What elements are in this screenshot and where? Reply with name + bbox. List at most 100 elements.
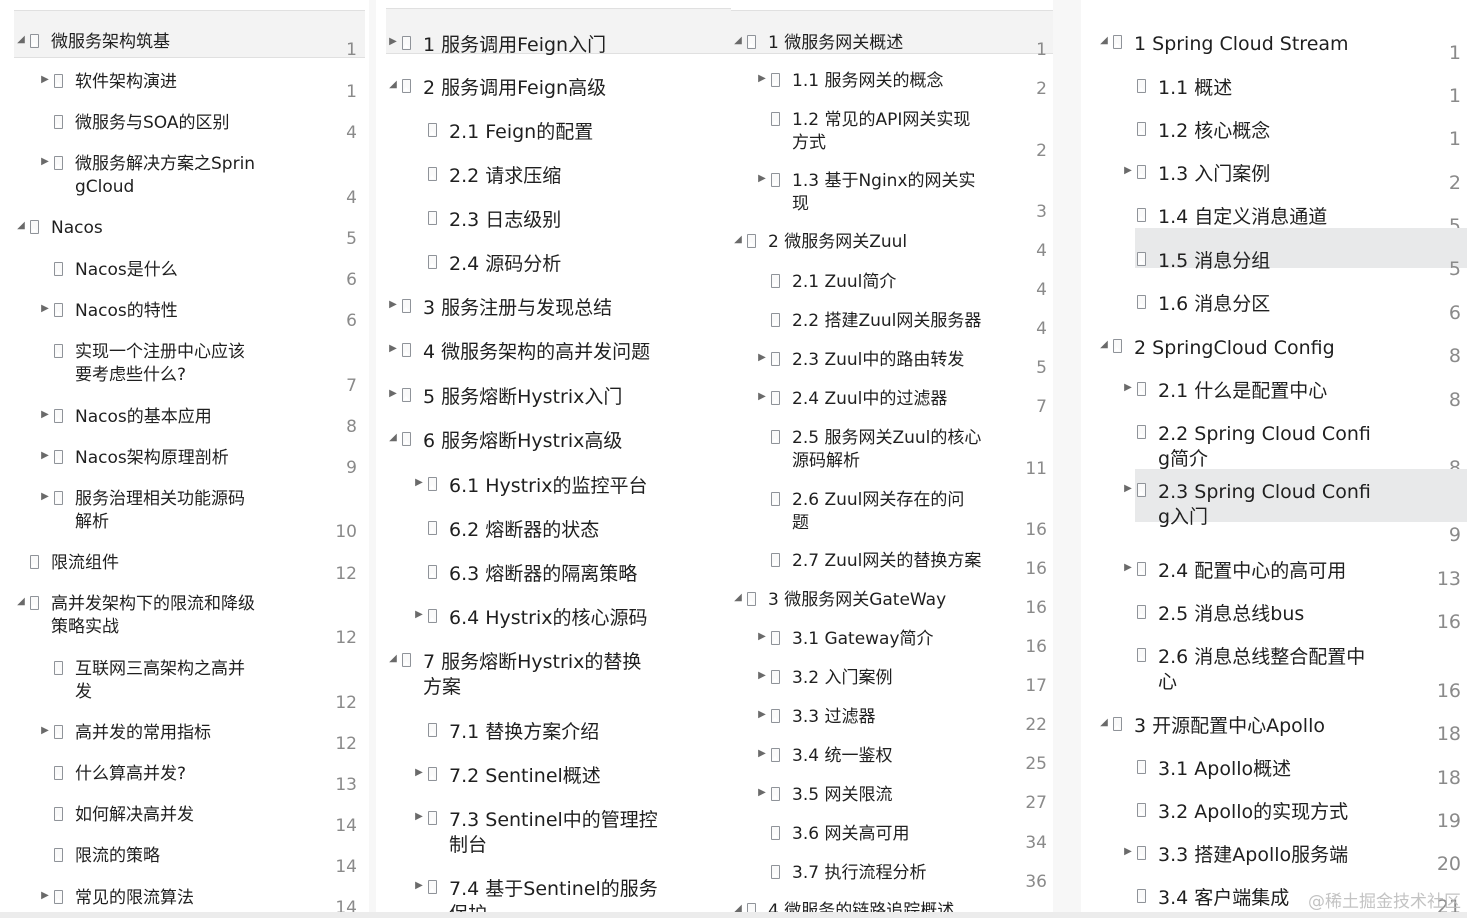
collapsed-arrow-icon[interactable]: ▶ — [412, 606, 426, 624]
expanded-arrow-icon[interactable]: ◢ — [731, 32, 745, 50]
toc-item[interactable]: 2.7 Zuul网关的替换方案 — [755, 550, 981, 573]
toc-item[interactable]: ▶ 服务治理相关功能源码 解析 — [38, 488, 245, 534]
toc-item[interactable]: ▶ 1 服务调用Feign入门 — [386, 8, 731, 56]
toc-item[interactable]: ▶ 6.1 Hystrix的监控平台 — [412, 474, 647, 499]
collapsed-arrow-icon[interactable]: ▶ — [755, 628, 769, 646]
collapsed-arrow-icon[interactable]: ▶ — [386, 385, 400, 403]
collapsed-arrow-icon[interactable]: ▶ — [755, 667, 769, 685]
toc-item[interactable]: ▶ 3.3 搭建Apollo服务端 — [1121, 843, 1348, 868]
expanded-arrow-icon[interactable]: ◢ — [1097, 32, 1111, 50]
toc-item[interactable]: 如何解决高并发 — [38, 804, 194, 827]
toc-item[interactable]: ▶ 3.4 统一鉴权 — [755, 745, 892, 768]
toc-item[interactable]: ◢ 2 SpringCloud Config — [1097, 336, 1335, 361]
toc-item[interactable]: ◢ 2 服务调用Feign高级 — [386, 76, 606, 101]
collapsed-arrow-icon[interactable]: ▶ — [38, 71, 52, 89]
collapsed-arrow-icon[interactable]: ▶ — [38, 488, 52, 506]
toc-item[interactable]: 1.1 概述 — [1121, 76, 1232, 101]
toc-item[interactable]: 2.1 Feign的配置 — [412, 120, 593, 145]
toc-item[interactable]: ▶ 3.2 入门案例 — [755, 667, 892, 690]
toc-item[interactable]: 2.3 日志级别 — [412, 208, 561, 233]
toc-item[interactable]: 1.2 常见的API网关实现 方式 — [755, 109, 970, 155]
toc-item[interactable]: ▶ 6.4 Hystrix的核心源码 — [412, 606, 647, 631]
collapsed-arrow-icon[interactable]: ▶ — [1121, 559, 1135, 577]
toc-item[interactable]: ◢ 2 微服务网关Zuul — [731, 231, 907, 254]
toc-item[interactable]: ▶ 2.3 Zuul中的路由转发 — [755, 349, 964, 372]
expanded-arrow-icon[interactable]: ◢ — [1097, 336, 1111, 354]
collapsed-arrow-icon[interactable]: ▶ — [38, 722, 52, 740]
toc-item[interactable]: ▶ Nacos架构原理剖析 — [38, 447, 229, 470]
collapsed-arrow-icon[interactable]: ▶ — [1121, 843, 1135, 861]
toc-item[interactable]: ▶ 软件架构演进 — [38, 71, 177, 94]
toc-item[interactable]: ▶ 微服务解决方案之Sprin gCloud — [38, 153, 255, 199]
expanded-arrow-icon[interactable]: ◢ — [14, 217, 28, 235]
toc-item[interactable]: ▶ 7.2 Sentinel概述 — [412, 764, 601, 789]
expanded-arrow-icon[interactable]: ◢ — [1097, 714, 1111, 732]
toc-item[interactable]: 3.4 客户端集成 — [1121, 886, 1289, 911]
toc-item[interactable]: ▶ 3.1 Gateway简介 — [755, 628, 933, 651]
collapsed-arrow-icon[interactable]: ▶ — [755, 388, 769, 406]
collapsed-arrow-icon[interactable]: ▶ — [1121, 379, 1135, 397]
toc-item[interactable]: ◢ 3 开源配置中心Apollo — [1097, 714, 1325, 739]
toc-item[interactable]: ▶ 常见的限流算法 — [38, 887, 194, 910]
toc-item[interactable]: ◢ 高并发架构下的限流和降级 策略实战 — [14, 593, 255, 639]
toc-item[interactable]: 限流的策略 — [38, 845, 160, 868]
collapsed-arrow-icon[interactable]: ▶ — [755, 349, 769, 367]
collapsed-arrow-icon[interactable]: ▶ — [38, 153, 52, 171]
collapsed-arrow-icon[interactable]: ▶ — [755, 70, 769, 88]
collapsed-arrow-icon[interactable]: ▶ — [755, 170, 769, 188]
toc-item[interactable]: 什么算高并发? — [38, 763, 186, 786]
toc-item[interactable]: 2.6 Zuul网关存在的问 题 — [755, 489, 964, 535]
toc-item[interactable]: ◢ 1 微服务网关概述 — [731, 10, 1053, 54]
toc-item[interactable]: ▶ 1.1 服务网关的概念 — [755, 70, 943, 93]
toc-item[interactable]: ▶ 3.5 网关限流 — [755, 784, 892, 807]
toc-item[interactable]: ▶ 5 服务熔断Hystrix入门 — [386, 385, 622, 410]
toc-item[interactable]: 3.2 Apollo的实现方式 — [1121, 800, 1348, 825]
collapsed-arrow-icon[interactable]: ▶ — [412, 474, 426, 492]
toc-item[interactable]: 实现一个注册中心应该 要考虑些什么? — [38, 341, 245, 387]
toc-item[interactable]: ▶ 2.4 配置中心的高可用 — [1121, 559, 1346, 584]
collapsed-arrow-icon[interactable]: ▶ — [1121, 480, 1135, 498]
toc-item[interactable]: 限流组件 — [14, 552, 119, 575]
collapsed-arrow-icon[interactable]: ▶ — [38, 887, 52, 905]
toc-item[interactable]: 2.4 源码分析 — [412, 252, 561, 277]
toc-item[interactable]: 2.5 消息总线bus — [1121, 602, 1304, 627]
toc-item[interactable]: 1.5 消息分组 — [1135, 228, 1467, 272]
toc-item[interactable]: 2.5 服务网关Zuul的核心 源码解析 — [755, 427, 981, 473]
expanded-arrow-icon[interactable]: ◢ — [731, 231, 745, 249]
toc-item[interactable]: ◢ 3 微服务网关GateWay — [731, 589, 946, 612]
toc-item[interactable]: 1.4 自定义消息通道 — [1121, 205, 1327, 230]
toc-item[interactable]: ◢ Nacos — [14, 217, 103, 240]
toc-item[interactable]: ▶ 3.3 过滤器 — [755, 706, 875, 729]
expanded-arrow-icon[interactable]: ◢ — [386, 650, 400, 668]
toc-item[interactable]: Nacos是什么 — [38, 259, 178, 282]
collapsed-arrow-icon[interactable]: ▶ — [755, 706, 769, 724]
collapsed-arrow-icon[interactable]: ▶ — [1121, 162, 1135, 180]
toc-item[interactable]: ▶ 7.3 Sentinel中的管理控 制台 — [412, 808, 658, 858]
collapsed-arrow-icon[interactable]: ▶ — [755, 784, 769, 802]
collapsed-arrow-icon[interactable]: ▶ — [386, 340, 400, 358]
toc-item[interactable]: 3.6 网关高可用 — [755, 823, 909, 846]
toc-item[interactable]: ◢ 7 服务熔断Hystrix的替换 方案 — [386, 650, 641, 700]
toc-item[interactable]: 2.2 Spring Cloud Confi g简介 — [1121, 422, 1371, 472]
toc-item[interactable]: 2.1 Zuul简介 — [755, 271, 896, 294]
toc-item[interactable]: 7.1 替换方案介绍 — [412, 720, 599, 745]
toc-item[interactable]: 微服务与SOA的区别 — [38, 112, 230, 135]
toc-item[interactable]: 3.1 Apollo概述 — [1121, 757, 1291, 782]
collapsed-arrow-icon[interactable]: ▶ — [755, 745, 769, 763]
toc-item[interactable]: 3.7 执行流程分析 — [755, 862, 926, 885]
expanded-arrow-icon[interactable]: ◢ — [14, 31, 28, 49]
collapsed-arrow-icon[interactable]: ▶ — [412, 877, 426, 895]
toc-item[interactable]: 互联网三高架构之高并 发 — [38, 658, 245, 704]
collapsed-arrow-icon[interactable]: ▶ — [38, 447, 52, 465]
toc-item[interactable]: ▶ Nacos的特性 — [38, 300, 178, 323]
toc-item[interactable]: ◢ 微服务架构筑基 — [14, 10, 365, 58]
collapsed-arrow-icon[interactable]: ▶ — [386, 296, 400, 314]
toc-item[interactable]: ▶ 3 服务注册与发现总结 — [386, 296, 612, 321]
toc-item[interactable]: 2.2 搭建Zuul网关服务器 — [755, 310, 981, 333]
toc-item[interactable]: ◢ 1 Spring Cloud Stream — [1097, 32, 1348, 57]
toc-item[interactable]: 6.3 熔断器的隔离策略 — [412, 562, 637, 587]
toc-item[interactable]: ▶ 1.3 基于Nginx的网关实 现 — [755, 170, 975, 216]
collapsed-arrow-icon[interactable]: ▶ — [38, 406, 52, 424]
collapsed-arrow-icon[interactable]: ▶ — [412, 764, 426, 782]
collapsed-arrow-icon[interactable]: ▶ — [386, 33, 400, 51]
